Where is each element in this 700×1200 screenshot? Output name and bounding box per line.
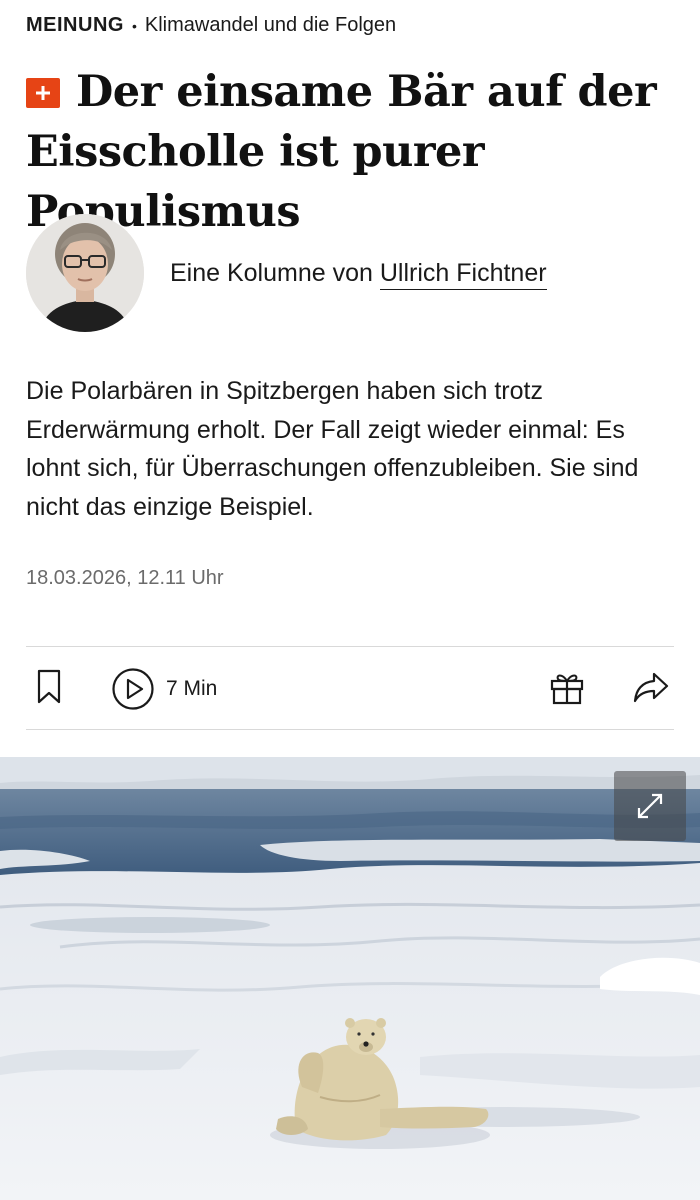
plus-icon (26, 78, 60, 108)
teaser-text: Die Polarbären in Spitzbergen haben sich… (26, 377, 639, 521)
section-label[interactable]: MEINUNG (26, 14, 124, 37)
topic-label[interactable]: Klimawandel und die Folgen (145, 14, 396, 37)
author-avatar[interactable] (26, 214, 144, 332)
listen-button[interactable]: 7 Min (112, 668, 217, 710)
kicker: MEINUNG • Klimawandel und die Folgen (26, 14, 396, 37)
byline-prefix: Eine Kolumne von (170, 258, 380, 287)
listen-duration: 7 Min (166, 677, 218, 700)
gift-button[interactable] (548, 668, 586, 706)
share-icon (633, 672, 669, 703)
play-circle-icon (112, 668, 154, 710)
expand-image-button[interactable] (614, 771, 686, 841)
author-row: Eine Kolumne von Ullrich Fichtner (26, 214, 547, 332)
bookmark-icon (37, 669, 61, 704)
bookmark-button[interactable] (36, 668, 62, 706)
kicker-separator: • (131, 17, 137, 34)
gift-icon (550, 674, 584, 705)
toolbar-divider-top (26, 646, 674, 647)
publish-date: 18.03.2026, 12.11 Uhr (26, 567, 224, 589)
headline-line-1: Der einsame Bär auf der (76, 67, 657, 117)
byline: Eine Kolumne von Ullrich Fichtner (170, 258, 547, 290)
author-link[interactable]: Ullrich Fichtner (379, 258, 547, 290)
article-toolbar: 7 Min (26, 648, 674, 728)
share-button[interactable] (632, 668, 670, 706)
hero-image[interactable] (0, 757, 700, 1200)
toolbar-divider-bottom (26, 729, 674, 730)
expand-icon (637, 793, 663, 819)
